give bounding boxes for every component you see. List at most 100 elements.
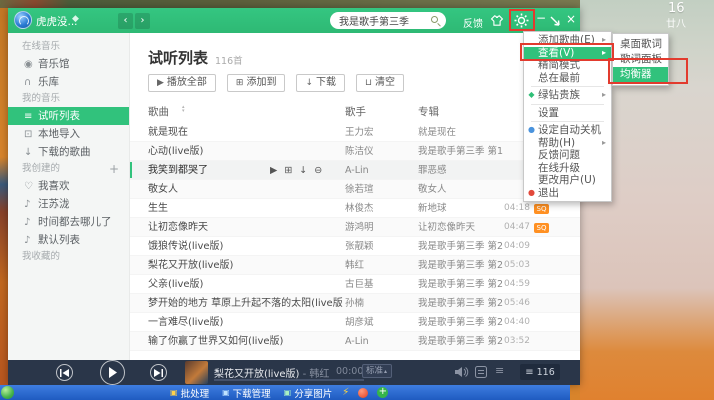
mini-mode-icon[interactable]	[549, 15, 561, 27]
download-icon[interactable]: ↓	[299, 161, 307, 180]
progress-bar[interactable]	[214, 379, 364, 381]
song-artist[interactable]: 徐若瑄	[345, 180, 411, 199]
song-artist[interactable]: 古巨基	[345, 275, 411, 294]
menu-item[interactable]: 帮助(H)▸	[524, 137, 611, 150]
sidebar-item[interactable]: 下载的歌曲	[8, 143, 129, 161]
song-artist[interactable]: 胡彦斌	[345, 313, 411, 332]
menu-item[interactable]: 总在最前▸	[524, 72, 611, 85]
search-icon[interactable]	[431, 16, 438, 23]
toolbar-button[interactable]: 下载	[296, 74, 345, 92]
sidebar-item[interactable]: 音乐馆	[8, 55, 129, 73]
toolbar-button[interactable]: 播放全部	[148, 74, 216, 92]
add-to-icon[interactable]: ⊞	[284, 161, 292, 180]
lyrics-icon[interactable]	[475, 366, 487, 378]
minimize-button[interactable]: −	[536, 11, 546, 25]
now-playing[interactable]: 梨花又开放(live版) - 韩红	[214, 365, 329, 380]
song-album[interactable]: 我是歌手第三季 第2期	[418, 256, 503, 275]
sidebar-item[interactable]: 汪苏泷	[8, 195, 129, 213]
table-row[interactable]: 生生 ▶ ⊞ ↓ ⊖ 林俊杰 新地球 04:18 SQ	[130, 199, 580, 218]
song-artist[interactable]: 韩红	[345, 256, 411, 275]
menu-item[interactable]: ▸	[531, 86, 604, 87]
song-artist[interactable]: 林俊杰	[345, 199, 411, 218]
lightning-tray-icon[interactable]: ⚡	[342, 387, 349, 398]
sidebar-item[interactable]: 乐库	[8, 73, 129, 91]
sidebar-item[interactable]: 我创建的+	[8, 161, 129, 177]
song-album[interactable]: 我是歌手第三季 第1期	[418, 142, 503, 161]
song-album[interactable]: 我是歌手第三季 第2期	[418, 275, 503, 294]
sort-icon[interactable]: ▴ ▾	[182, 105, 185, 113]
red-circle-tray-icon[interactable]	[358, 388, 368, 398]
volume-icon[interactable]	[455, 366, 469, 378]
song-artist[interactable]: 游鸿明	[345, 218, 411, 237]
sidebar-item[interactable]: 我喜欢	[8, 177, 129, 195]
sidebar-item[interactable]: 时间都去哪儿了	[8, 213, 129, 231]
table-row[interactable]: 就是现在 ▶ ⊞ ↓ ⊖ 王力宏 就是现在	[130, 123, 580, 142]
song-artist[interactable]: A-Lin	[345, 161, 411, 180]
next-track-button[interactable]	[150, 364, 167, 381]
menu-item[interactable]: 在线升级▸	[524, 162, 611, 175]
play-icon[interactable]: ▶	[270, 161, 277, 180]
menu-item[interactable]: 反馈问题▸	[524, 149, 611, 162]
song-album[interactable]: 罪恶感	[418, 161, 503, 180]
nav-forward-button[interactable]: ›	[135, 13, 150, 29]
sidebar-item[interactable]: 我收藏的	[8, 249, 129, 265]
toolbar-button[interactable]: 添加到	[227, 74, 286, 92]
table-row[interactable]: 梨花又开放(live版) ▶ ⊞ ↓ ⊖ 韩红 我是歌手第三季 第2期 05:0…	[130, 256, 580, 275]
song-album[interactable]: 敬女人	[418, 180, 503, 199]
submenu-item[interactable]: 桌面歌词	[613, 37, 668, 52]
song-album[interactable]: 我是歌手第三季 第2期	[418, 332, 503, 351]
app-logo-avatar[interactable]	[14, 11, 32, 29]
song-artist[interactable]: 王力宏	[345, 123, 411, 142]
playlist-queue-button[interactable]: ≡116	[520, 364, 560, 380]
table-row[interactable]: 敬女人 ▶ ⊞ ↓ ⊖ 徐若瑄 敬女人	[130, 180, 580, 199]
table-row[interactable]: 我笑到都哭了 ▶ ⊞ ↓ ⊖ A-Lin 罪恶感	[130, 161, 580, 180]
menu-item[interactable]: 退出▸	[524, 187, 611, 200]
song-artist[interactable]: 陈洁仪	[345, 142, 411, 161]
song-album[interactable]: 就是现在	[418, 123, 503, 142]
skin-icon[interactable]	[490, 15, 504, 26]
sidebar-item[interactable]: 我的音乐	[8, 91, 129, 107]
taskbar-item[interactable]: 批处理	[170, 386, 209, 400]
song-album[interactable]: 让初恋像昨天	[418, 218, 503, 237]
sidebar-item[interactable]: 本地导入	[8, 125, 129, 143]
table-row[interactable]: 一言难尽(live版) ▶ ⊞ ↓ ⊖ 胡彦斌 我是歌手第三季 第2期 04:4…	[130, 313, 580, 332]
taskbar-item[interactable]: 下载管理	[222, 386, 271, 400]
play-button[interactable]	[100, 360, 125, 385]
remove-icon[interactable]: ⊖	[314, 161, 322, 180]
table-row[interactable]: 心动(live版) ▶ ⊞ ↓ ⊖ 陈洁仪 我是歌手第三季 第1期	[130, 142, 580, 161]
song-album[interactable]: 我是歌手第三季 第2期	[418, 237, 503, 256]
menu-item[interactable]: ▸	[531, 121, 604, 122]
song-artist[interactable]: 张靓颖	[345, 237, 411, 256]
menu-item[interactable]: 更改用户(U)▸	[524, 174, 611, 187]
song-album[interactable]: 我是歌手第三季 第2期	[418, 294, 503, 313]
column-header-album[interactable]: 专辑	[418, 104, 439, 119]
table-row[interactable]: 父亲(live版) ▶ ⊞ ↓ ⊖ 古巨基 我是歌手第三季 第2期 04:59	[130, 275, 580, 294]
close-button[interactable]: ×	[566, 12, 576, 26]
play-mode-icon[interactable]: ≡	[495, 364, 504, 377]
song-artist[interactable]: 孙楠	[345, 294, 411, 313]
menu-item[interactable]: 绿钻贵族▸	[524, 89, 611, 102]
nav-back-button[interactable]: ‹	[118, 13, 133, 29]
table-row[interactable]: 输了你赢了世界又如何(live版) ▶ ⊞ ↓ ⊖ A-Lin 我是歌手第三季 …	[130, 332, 580, 351]
column-header-artist[interactable]: 歌手	[345, 104, 366, 119]
green-plus-tray-icon[interactable]: +	[377, 387, 388, 398]
sidebar-item[interactable]: 在线音乐	[8, 39, 129, 55]
previous-track-button[interactable]	[56, 364, 73, 381]
menu-item[interactable]: 设置▸	[524, 107, 611, 120]
song-album[interactable]: 新地球	[418, 199, 503, 218]
song-album[interactable]: 我是歌手第三季 第2期	[418, 313, 503, 332]
taskbar-item[interactable]: 分享图片	[284, 386, 333, 400]
sidebar-item[interactable]: 默认列表	[8, 231, 129, 249]
sidebar-item[interactable]: 试听列表	[8, 107, 129, 125]
quality-selector[interactable]: 标准▴	[362, 364, 392, 378]
search-input[interactable]	[339, 13, 427, 27]
toolbar-button[interactable]: 清空	[356, 74, 404, 92]
album-art[interactable]	[185, 361, 208, 384]
table-row[interactable]: 梦开始的地方 草原上升起不落的太阳(live版) ▶ ⊞ ↓ ⊖ 孙楠 我是歌手…	[130, 294, 580, 313]
add-playlist-button[interactable]: +	[109, 161, 119, 177]
table-row[interactable]: 饿狼传说(live版) ▶ ⊞ ↓ ⊖ 张靓颖 我是歌手第三季 第2期 04:0…	[130, 237, 580, 256]
song-artist[interactable]: A-Lin	[345, 332, 411, 351]
menu-item[interactable]: 设定自动关机▸	[524, 124, 611, 137]
menu-item[interactable]: ▸	[531, 104, 604, 105]
column-header-song[interactable]: 歌曲	[148, 104, 169, 119]
